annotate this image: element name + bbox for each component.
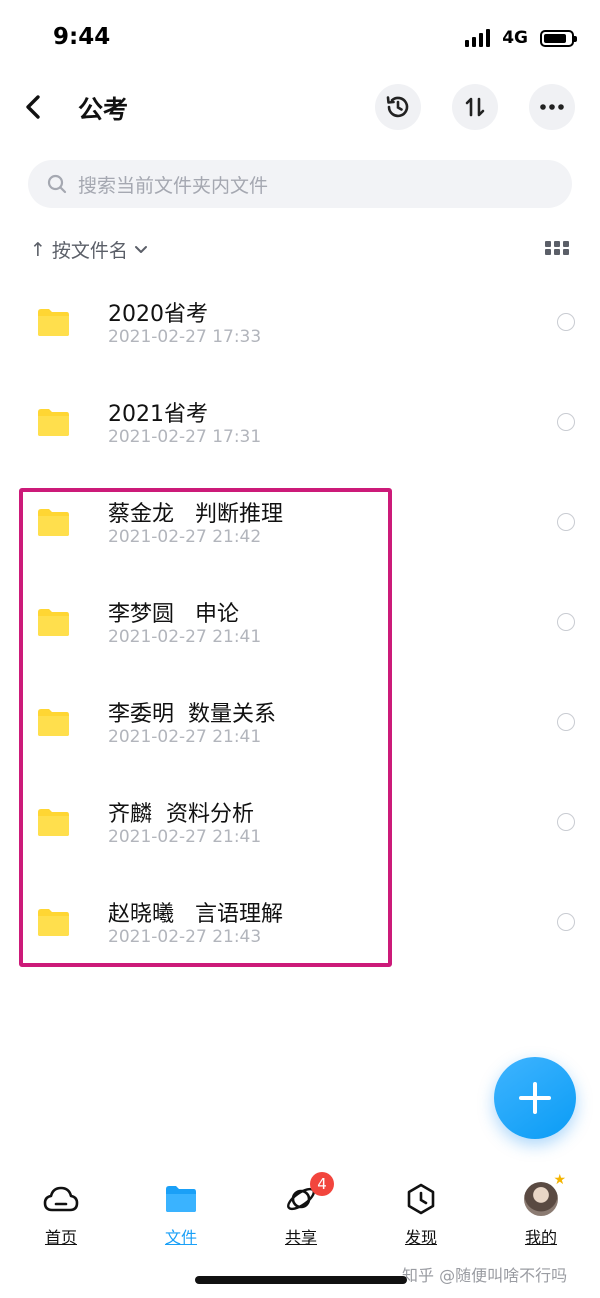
more-button[interactable] <box>529 84 575 130</box>
select-checkbox[interactable] <box>557 513 575 531</box>
folder-icon <box>162 1180 200 1218</box>
file-name: 2021省考 <box>108 402 208 427</box>
file-name: 蔡金龙 判断推理 <box>108 502 283 527</box>
tab-mine[interactable]: ★ 我的 <box>501 1172 581 1248</box>
home-indicator <box>195 1276 407 1284</box>
file-date: 2021-02-27 21:41 <box>108 627 262 647</box>
select-checkbox[interactable] <box>557 813 575 831</box>
file-name: 李梦圆 申论 <box>108 602 239 627</box>
sort-arrows-icon <box>465 97 485 117</box>
select-checkbox[interactable] <box>557 313 575 331</box>
cloud-icon <box>42 1180 80 1218</box>
add-button[interactable] <box>494 1057 576 1139</box>
file-name: 赵晓曦 言语理解 <box>108 902 283 927</box>
file-name: 2020省考 <box>108 302 208 327</box>
nav-bar: 公考 <box>0 76 600 140</box>
network-type: 4G <box>502 28 528 48</box>
list-item[interactable]: 蔡金龙 判断推理 2021-02-27 21:42 <box>0 472 600 572</box>
list-item[interactable]: 赵晓曦 言语理解 2021-02-27 21:43 <box>0 872 600 972</box>
folder-icon <box>38 609 69 636</box>
folder-icon <box>38 309 69 336</box>
battery-icon <box>540 29 577 47</box>
file-date: 2021-02-27 17:33 <box>108 327 262 347</box>
file-date: 2021-02-27 21:42 <box>108 527 262 547</box>
back-button[interactable] <box>18 90 48 124</box>
tab-label: 发现 <box>404 1228 437 1247</box>
list-item[interactable]: 李梦圆 申论 2021-02-27 21:41 <box>0 572 600 672</box>
orbit-icon: 4 <box>282 1172 334 1218</box>
select-checkbox[interactable] <box>557 913 575 931</box>
tab-files[interactable]: 文件 <box>141 1180 221 1248</box>
file-date: 2021-02-27 21:41 <box>108 727 262 747</box>
tab-label: 文件 <box>164 1228 197 1247</box>
chevron-left-icon <box>26 95 40 119</box>
grid-icon <box>545 241 569 255</box>
file-name: 齐麟 资料分析 <box>108 802 254 827</box>
plus-icon <box>519 1082 551 1114</box>
file-date: 2021-02-27 21:43 <box>108 927 262 947</box>
tab-bar: 首页 文件 4 共享 发现 ★ 我的 <box>0 1170 600 1250</box>
grid-view-button[interactable] <box>544 238 570 258</box>
file-name: 李委明 数量关系 <box>108 702 276 727</box>
sort-selector[interactable]: ↑ 按文件名 <box>30 236 148 263</box>
status-indicators: 4G <box>465 28 577 48</box>
star-icon: ★ <box>553 1172 566 1188</box>
select-checkbox[interactable] <box>557 413 575 431</box>
watermark: 知乎 @随便叫啥不行吗 <box>402 1266 568 1285</box>
status-bar: 9:44 4G <box>0 0 600 76</box>
status-time: 9:44 <box>53 24 111 50</box>
select-checkbox[interactable] <box>557 713 575 731</box>
tab-label: 首页 <box>44 1228 77 1247</box>
tab-discover[interactable]: 发现 <box>381 1180 461 1248</box>
more-icon <box>540 104 564 110</box>
history-icon <box>386 96 409 118</box>
chevron-down-icon <box>134 245 147 253</box>
file-date: 2021-02-27 17:31 <box>108 427 262 447</box>
file-date: 2021-02-27 21:41 <box>108 827 262 847</box>
notification-badge: 4 <box>310 1172 334 1196</box>
list-item[interactable]: 2021省考 2021-02-27 17:31 <box>0 372 600 472</box>
sort-row: ↑ 按文件名 <box>30 234 570 264</box>
tab-label: 我的 <box>524 1228 557 1247</box>
list-item[interactable]: 李委明 数量关系 2021-02-27 21:41 <box>0 672 600 772</box>
folder-icon <box>38 709 69 736</box>
list-item[interactable]: 齐麟 资料分析 2021-02-27 21:41 <box>0 772 600 872</box>
list-item[interactable]: 2020省考 2021-02-27 17:33 <box>0 272 600 372</box>
folder-icon <box>38 409 69 436</box>
signal-icon <box>465 29 491 47</box>
folder-icon <box>38 909 69 936</box>
search-placeholder: 搜索当前文件夹内文件 <box>78 174 269 197</box>
folder-icon <box>38 509 69 536</box>
folder-icon <box>38 809 69 836</box>
select-checkbox[interactable] <box>557 613 575 631</box>
tab-label: 共享 <box>284 1228 317 1247</box>
sort-label: 按文件名 <box>51 240 128 262</box>
avatar: ★ <box>524 1172 566 1216</box>
search-icon <box>46 173 68 195</box>
compass-icon <box>402 1180 440 1218</box>
search-input[interactable]: 搜索当前文件夹内文件 <box>28 160 572 208</box>
tab-share[interactable]: 4 共享 <box>261 1172 341 1248</box>
tab-home[interactable]: 首页 <box>21 1180 101 1248</box>
file-list: 2020省考 2021-02-27 17:33 2021省考 2021-02-2… <box>0 272 600 972</box>
sort-button[interactable] <box>452 84 498 130</box>
sort-arrow: ↑ <box>30 238 46 261</box>
history-button[interactable] <box>375 84 421 130</box>
page-title: 公考 <box>78 95 129 124</box>
